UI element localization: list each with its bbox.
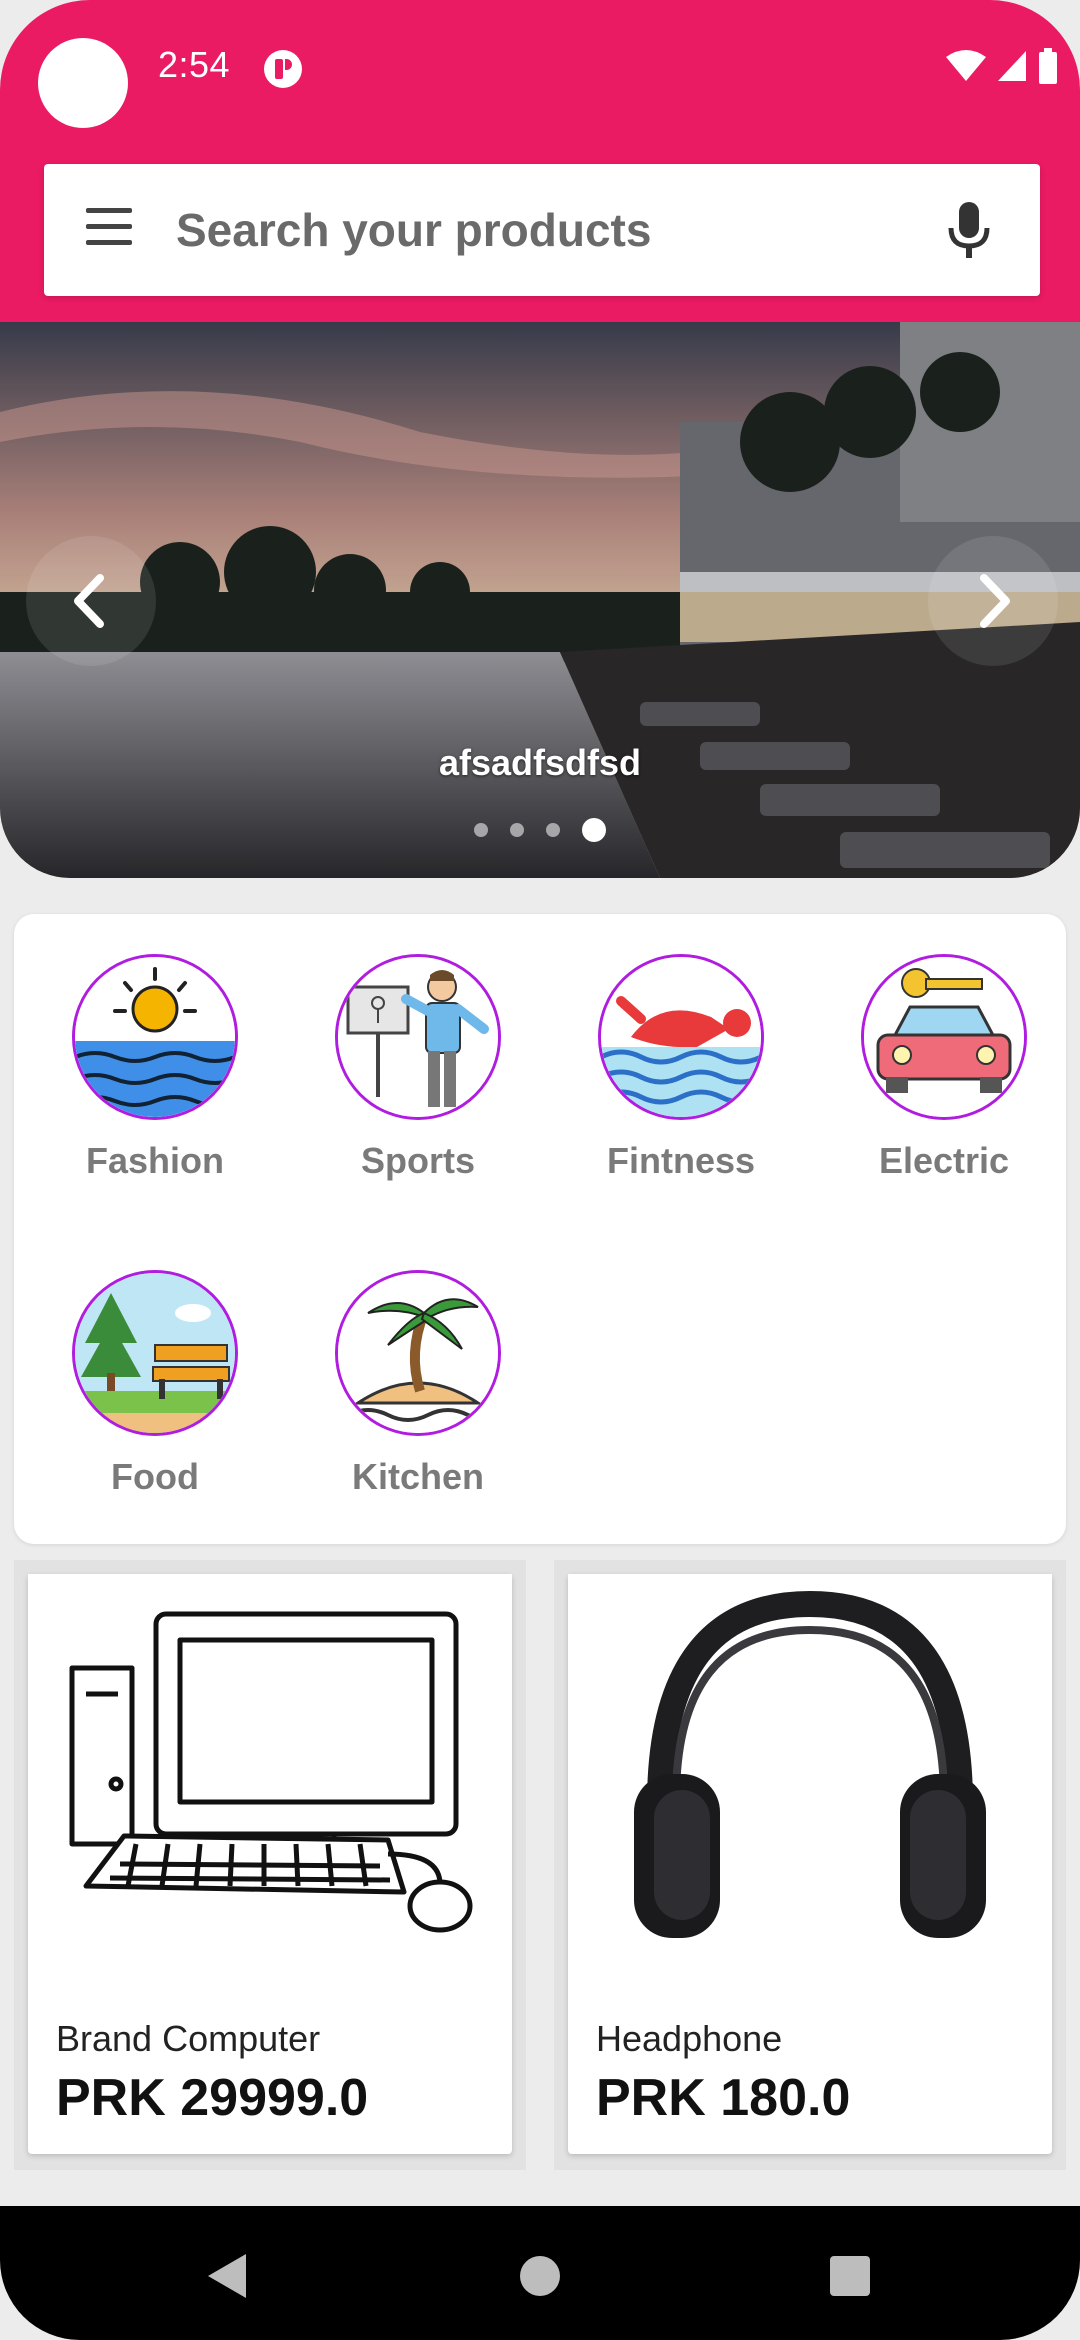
carousel-caption: afsadfsdfsd xyxy=(438,742,642,783)
category-label: Electric xyxy=(878,1140,1010,1181)
promo-carousel[interactable]: afsadfsdfsd xyxy=(0,322,1080,878)
carousel-slide-image xyxy=(0,322,1080,878)
product-price: PRK 180.0 xyxy=(596,2069,851,2127)
product-price: PRK 29999.0 xyxy=(56,2069,369,2127)
teacher-board-icon xyxy=(335,954,501,1120)
notification-app-icon xyxy=(264,50,302,88)
carousel-next-button[interactable] xyxy=(928,536,1058,666)
computer-sketch-image xyxy=(28,1574,512,1994)
swimmer-icon xyxy=(598,954,764,1120)
carousel-prev-button[interactable] xyxy=(26,536,156,666)
app-header: 2:54 xyxy=(0,0,1080,322)
status-icons xyxy=(946,48,1058,84)
carousel-indicators xyxy=(0,818,1080,842)
carousel-dot[interactable] xyxy=(474,823,488,837)
wifi-icon xyxy=(946,50,986,81)
category-fashion[interactable]: Fashion xyxy=(45,954,265,1182)
category-sports[interactable]: Sports xyxy=(308,954,528,1182)
product-list: Brand Computer PRK 29999.0 Headphone PRK… xyxy=(14,1560,1066,2170)
product-name: Brand Computer xyxy=(56,2018,321,2059)
recents-icon[interactable] xyxy=(820,2246,880,2306)
category-electric[interactable]: Electric xyxy=(834,954,1054,1182)
palm-island-icon xyxy=(335,1270,501,1436)
back-icon[interactable] xyxy=(196,2246,256,2306)
category-fintness[interactable]: Fintness xyxy=(571,954,791,1182)
mic-icon[interactable] xyxy=(944,200,994,262)
signal-icon xyxy=(998,51,1026,81)
category-label: Sports xyxy=(360,1140,475,1181)
search-input[interactable] xyxy=(176,194,956,266)
camera-cutout xyxy=(38,38,128,128)
category-kitchen[interactable]: Kitchen xyxy=(308,1270,528,1498)
carousel-dot-active[interactable] xyxy=(582,818,606,842)
category-grid: Fashion Sports Fintness Electric Food Ki… xyxy=(14,914,1066,1544)
status-time: 2:54 xyxy=(158,44,231,85)
search-bar xyxy=(44,164,1040,296)
park-bench-icon xyxy=(72,1270,238,1436)
home-icon[interactable] xyxy=(510,2246,570,2306)
product-card[interactable]: Brand Computer PRK 29999.0 xyxy=(28,1574,512,2154)
category-label: Fintness xyxy=(606,1140,756,1181)
app-screen: 2:54 Search your products afsadfsdfsd Fa… xyxy=(0,0,1080,2340)
battery-icon xyxy=(1039,48,1057,84)
category-label: Kitchen xyxy=(351,1456,484,1497)
product-name: Headphone xyxy=(596,2018,783,2059)
system-nav-bar xyxy=(0,2206,1080,2340)
category-food[interactable]: Food xyxy=(45,1270,265,1498)
product-card[interactable]: Headphone PRK 180.0 xyxy=(568,1574,1052,2154)
carousel-dot[interactable] xyxy=(510,823,524,837)
menu-icon[interactable] xyxy=(86,208,136,252)
status-bar: 2:54 xyxy=(0,0,1080,140)
carousel-dot[interactable] xyxy=(546,823,560,837)
chevron-left-icon xyxy=(74,574,104,628)
headphone-image xyxy=(568,1574,1052,1994)
chevron-right-icon xyxy=(980,574,1010,628)
category-label: Food xyxy=(111,1456,199,1497)
category-label: Fashion xyxy=(85,1140,224,1181)
beach-sun-icon xyxy=(72,954,238,1120)
car-key-icon xyxy=(861,954,1027,1120)
